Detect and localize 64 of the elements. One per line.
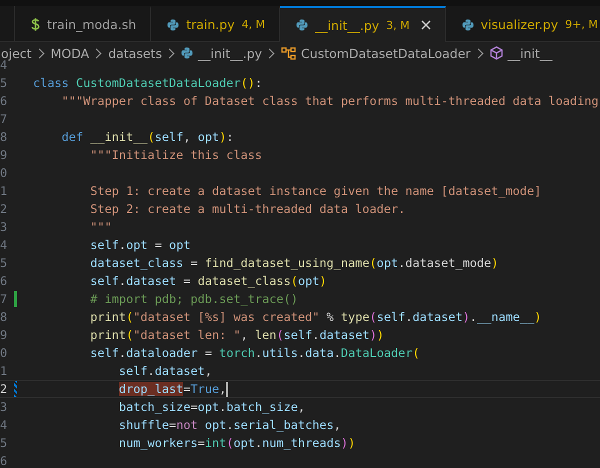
code-line: # import pdb; pdb.set_trace(): [89, 292, 298, 306]
code-line: def __init__(self, opt):: [60, 130, 234, 144]
code-line: print("dataset len: ", len(self.dataset)): [89, 328, 384, 342]
line-number: 1: [0, 184, 8, 198]
line-number: 5: [0, 436, 8, 450]
code-line: dataset_class = find_dataset_using_name(opt.dataset_mode): [89, 256, 498, 270]
code-line: Step 2: create a multi-threaded data loader.: [89, 202, 406, 216]
breadcrumb-item[interactable]: oject: [1, 46, 32, 60]
class-icon: [281, 46, 296, 60]
line-number: 5: [0, 256, 8, 270]
line-number: 7: [0, 292, 8, 306]
line-number: 6: [0, 274, 8, 288]
editor-tab[interactable]: visualizer.py 9+, M: [446, 6, 600, 41]
code-line: print("dataset [%s] was created" % type(self.dataset).__name__): [89, 310, 542, 324]
code-line: self.dataset,: [118, 364, 212, 378]
dollar-icon: [31, 18, 40, 31]
problem-count: 4, M: [242, 18, 266, 31]
line-number: 0: [0, 346, 8, 360]
code-line: Step 1: create a dataset instance given the name [dataset_mode]: [89, 184, 542, 198]
code-line: batch_size=opt.batch_size,: [118, 400, 306, 414]
line-number: 3: [0, 220, 8, 234]
tab-label: visualizer.py: [480, 17, 558, 32]
line-number: 3: [0, 400, 8, 414]
line-number: 2: [0, 382, 8, 396]
line-number: 8: [0, 130, 8, 144]
problem-count: 3, M: [386, 18, 410, 32]
breadcrumb-item[interactable]: datasets: [108, 46, 162, 60]
editor-tab[interactable]: __init__.py 3, M: [280, 6, 446, 42]
breadcrumb-item[interactable]: __init__: [508, 46, 552, 60]
python-icon: [462, 18, 474, 30]
tab-label: train.py: [186, 17, 235, 32]
code-line: self.dataset = dataset_class(opt): [89, 274, 327, 288]
python-icon: [167, 18, 180, 30]
line-number: 8: [0, 310, 8, 324]
line-number: 5: [0, 76, 8, 90]
code-line: drop_last=True,: [118, 382, 228, 396]
tab-label: train_moda.sh: [47, 17, 136, 32]
line-number: 9: [0, 148, 8, 162]
code-line: """Initialize this class: [89, 148, 262, 162]
line-number: 4: [0, 238, 8, 252]
code-line: self.dataloader = torch.utils.data.DataLoader(: [89, 346, 420, 360]
breadcrumb-item[interactable]: MODA: [50, 46, 90, 60]
code-line: self.opt = opt: [89, 238, 191, 252]
line-number: 4: [0, 58, 8, 72]
line-number: 6: [0, 454, 8, 468]
cube-icon: [490, 46, 503, 60]
line-number: 4: [0, 418, 8, 432]
tab-label: __init__.py: [315, 18, 380, 32]
python-icon: [180, 47, 193, 59]
line-number: 0: [0, 166, 8, 180]
breadcrumb-item[interactable]: __init__.py: [198, 46, 262, 60]
line-number: 1: [0, 364, 8, 378]
code-line: num_workers=int(opt.num_threads)): [118, 436, 356, 450]
problem-count: 9+, M: [565, 18, 598, 31]
breadcrumb-item[interactable]: CustomDatasetDataLoader: [301, 46, 471, 60]
code-line: shuffle=not opt.serial_batches,: [118, 418, 341, 432]
code-line: """: [89, 220, 112, 234]
line-number: 2: [0, 202, 8, 216]
python-icon: [296, 19, 308, 31]
code-line: """Wrapper class of Dataset class that performs multi-threaded data loading: [60, 94, 599, 108]
line-number: 6: [0, 94, 8, 108]
line-number: 7: [0, 112, 8, 126]
line-number: 9: [0, 328, 8, 342]
code-line: class CustomDatasetDataLoader():: [33, 76, 262, 90]
